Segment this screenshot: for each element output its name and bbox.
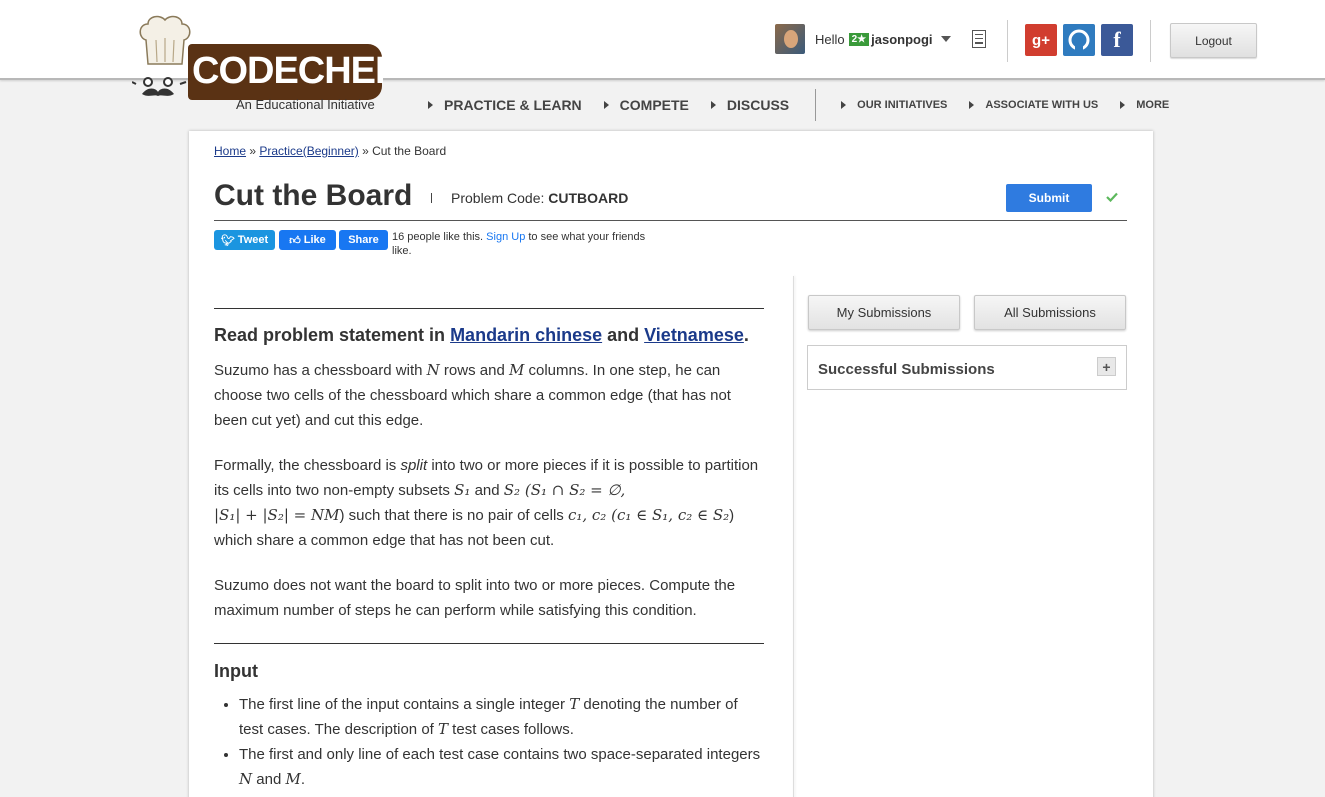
notes-icon[interactable] bbox=[972, 30, 986, 48]
tweet-button[interactable]: 🐦︎ Tweet bbox=[214, 230, 275, 250]
problem-code: Problem Code: CUTBOARD bbox=[451, 190, 629, 206]
google-plus-icon[interactable]: g+ bbox=[1025, 24, 1057, 56]
nav-our-initiatives[interactable]: OUR INITIATIVES bbox=[841, 99, 947, 111]
problem-title: Cut the Board bbox=[214, 179, 413, 212]
nav-associate-with-us[interactable]: ASSOCIATE WITH US bbox=[969, 99, 1098, 111]
codechef-logo[interactable]: CODECHEF An Educational Initiative bbox=[130, 12, 398, 116]
check-icon bbox=[1106, 192, 1118, 202]
breadcrumb: Home » Practice(Beginner) » Cut the Boar… bbox=[214, 144, 447, 158]
chef-hat-icon bbox=[139, 15, 191, 65]
caret-right-icon bbox=[841, 101, 847, 109]
main-nav: PRACTICE & LEARN COMPETE DISCUSS OUR INI… bbox=[428, 89, 1169, 121]
my-submissions-button[interactable]: My Submissions bbox=[808, 295, 960, 330]
logo-wordmark: CODECHEF bbox=[192, 50, 398, 92]
statement-paragraph: Formally, the chessboard is split into t… bbox=[214, 457, 759, 549]
facebook-like-button[interactable]: 👍︎ Like bbox=[279, 230, 336, 250]
caret-right-icon bbox=[969, 101, 975, 109]
nav-divider bbox=[815, 89, 817, 121]
problem-card: Home » Practice(Beginner) » Cut the Boar… bbox=[189, 131, 1153, 797]
logout-button[interactable]: Logout bbox=[1170, 23, 1257, 58]
vietnamese-link[interactable]: Vietnamese bbox=[644, 325, 744, 345]
mustache-face-icon bbox=[132, 77, 187, 96]
facebook-share-button[interactable]: Share bbox=[339, 230, 388, 250]
list-item: The first and only line of each test cas… bbox=[239, 742, 764, 792]
caret-right-icon bbox=[1120, 101, 1126, 109]
share-row: 🐦︎ Tweet 👍︎ Like Share 16 people like this… bbox=[214, 230, 654, 258]
facebook-signup-link[interactable]: Sign Up bbox=[486, 231, 525, 243]
twitter-bird-icon: 🐦︎ bbox=[220, 234, 235, 247]
problem-statement: Read problem statement in Mandarin chine… bbox=[214, 308, 764, 792]
successful-submissions-title: Successful Submissions bbox=[818, 361, 995, 378]
username[interactable]: jasonpogi bbox=[871, 32, 932, 47]
facebook-like-count: 16 people like this. Sign Up to see what… bbox=[392, 231, 646, 257]
logo-tagline: An Educational Initiative bbox=[236, 97, 375, 112]
translations-heading: Read problem statement in Mandarin chine… bbox=[214, 325, 749, 345]
user-rating-badge: 2★ bbox=[848, 32, 870, 46]
chevron-down-icon[interactable] bbox=[940, 36, 951, 42]
nav-more[interactable]: MORE bbox=[1120, 99, 1169, 111]
caret-right-icon bbox=[428, 101, 433, 109]
title-divider bbox=[431, 193, 432, 203]
hello-text: Hello bbox=[815, 31, 845, 47]
breadcrumb-practice[interactable]: Practice(Beginner) bbox=[259, 144, 358, 158]
facebook-icon[interactable]: f bbox=[1101, 24, 1133, 56]
mandarin-link[interactable]: Mandarin chinese bbox=[450, 325, 602, 345]
caret-right-icon bbox=[710, 101, 716, 109]
submit-button[interactable]: Submit bbox=[1006, 184, 1092, 212]
expand-icon[interactable]: + bbox=[1097, 357, 1116, 376]
title-rule bbox=[214, 220, 1127, 221]
nav-practice-learn[interactable]: PRACTICE & LEARN bbox=[428, 97, 582, 113]
nav-compete[interactable]: COMPETE bbox=[603, 97, 689, 113]
user-menu[interactable]: Hello 2★ jasonpogi bbox=[775, 24, 951, 54]
breadcrumb-home[interactable]: Home bbox=[214, 144, 246, 158]
header-divider bbox=[1007, 20, 1008, 62]
column-divider bbox=[793, 276, 794, 797]
thumbs-up-icon: 👍︎ bbox=[289, 234, 301, 247]
input-heading: Input bbox=[214, 661, 258, 681]
all-submissions-button[interactable]: All Submissions bbox=[974, 295, 1126, 330]
header-divider bbox=[1150, 20, 1151, 62]
user-avatar[interactable] bbox=[775, 24, 805, 54]
section-rule bbox=[214, 308, 764, 309]
breadcrumb-current: Cut the Board bbox=[372, 144, 447, 158]
statement-paragraph: Suzumo has a chessboard with N rows and … bbox=[214, 361, 731, 429]
nav-discuss[interactable]: DISCUSS bbox=[710, 97, 789, 113]
successful-submissions-panel[interactable]: Successful Submissions + bbox=[807, 345, 1127, 390]
statement-paragraph: Suzumo does not want the board to split … bbox=[214, 577, 736, 619]
caret-right-icon bbox=[603, 101, 609, 109]
github-icon[interactable] bbox=[1063, 24, 1095, 56]
input-list: The first line of the input contains a s… bbox=[214, 692, 764, 792]
section-rule bbox=[214, 643, 764, 644]
list-item: The first line of the input contains a s… bbox=[239, 692, 764, 742]
